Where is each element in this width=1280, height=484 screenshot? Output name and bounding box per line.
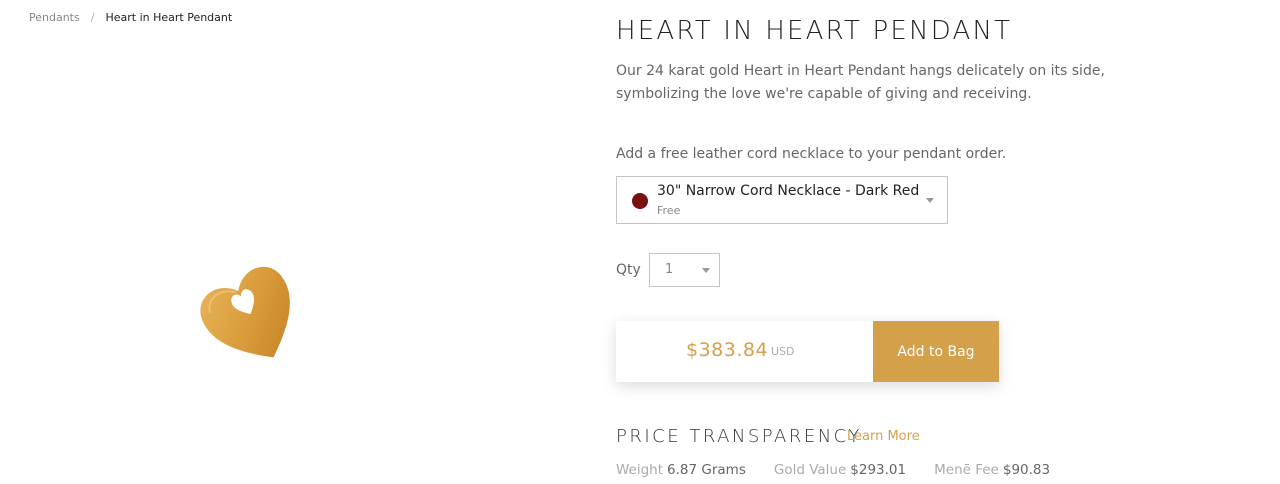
qty-value: 1	[665, 262, 674, 277]
breadcrumb: Pendants / Heart in Heart Pendant	[29, 11, 232, 24]
currency: USD	[771, 345, 795, 358]
learn-more-link[interactable]: Learn More	[847, 429, 920, 444]
color-swatch	[632, 193, 648, 209]
cord-select-price: Free	[657, 204, 681, 217]
breadcrumb-separator: /	[90, 11, 95, 24]
metric-key: Weight	[616, 462, 664, 478]
breadcrumb-current: Heart in Heart Pendant	[105, 11, 233, 24]
metric-value: $293.01	[850, 462, 907, 478]
purchase-card: $383.84 USD Add to Bag	[616, 321, 999, 382]
cord-select-label: 30" Narrow Cord Necklace - Dark Red	[657, 183, 920, 199]
add-to-bag-button[interactable]: Add to Bag	[873, 321, 999, 382]
chevron-down-icon	[926, 198, 934, 203]
breadcrumb-link-pendants[interactable]: Pendants	[29, 11, 80, 24]
gold-heart-pendant-icon	[200, 266, 290, 358]
product-image[interactable]	[196, 258, 306, 373]
qty-select[interactable]: 1	[649, 253, 720, 287]
price-metrics: Weight 6.87 Grams Gold Value $293.01 Menē …	[616, 462, 1078, 478]
chevron-down-icon	[702, 268, 710, 273]
product-title: HEART IN HEART PENDANT	[616, 16, 1013, 46]
metric-key: Gold Value	[773, 462, 847, 478]
metric-gold-value: Gold Value $293.01	[774, 462, 906, 478]
cord-select[interactable]: 30" Narrow Cord Necklace - Dark Red Free	[616, 176, 948, 224]
metric-value: 6.87 Grams	[667, 462, 746, 478]
qty-label: Qty	[616, 262, 641, 278]
cord-prompt: Add a free leather cord necklace to your…	[616, 146, 1007, 162]
metric-weight: Weight 6.87 Grams	[616, 462, 746, 478]
product-description: Our 24 karat gold Heart in Heart Pendant…	[616, 63, 1105, 102]
metric-key: Menē Fee	[934, 462, 999, 478]
price: $383.84	[686, 339, 769, 361]
metric-value: $90.83	[1002, 462, 1051, 478]
metric-mene-fee: Menē Fee $90.83	[934, 462, 1050, 478]
price-transparency-title: PRICE TRANSPARENCY	[616, 426, 862, 447]
